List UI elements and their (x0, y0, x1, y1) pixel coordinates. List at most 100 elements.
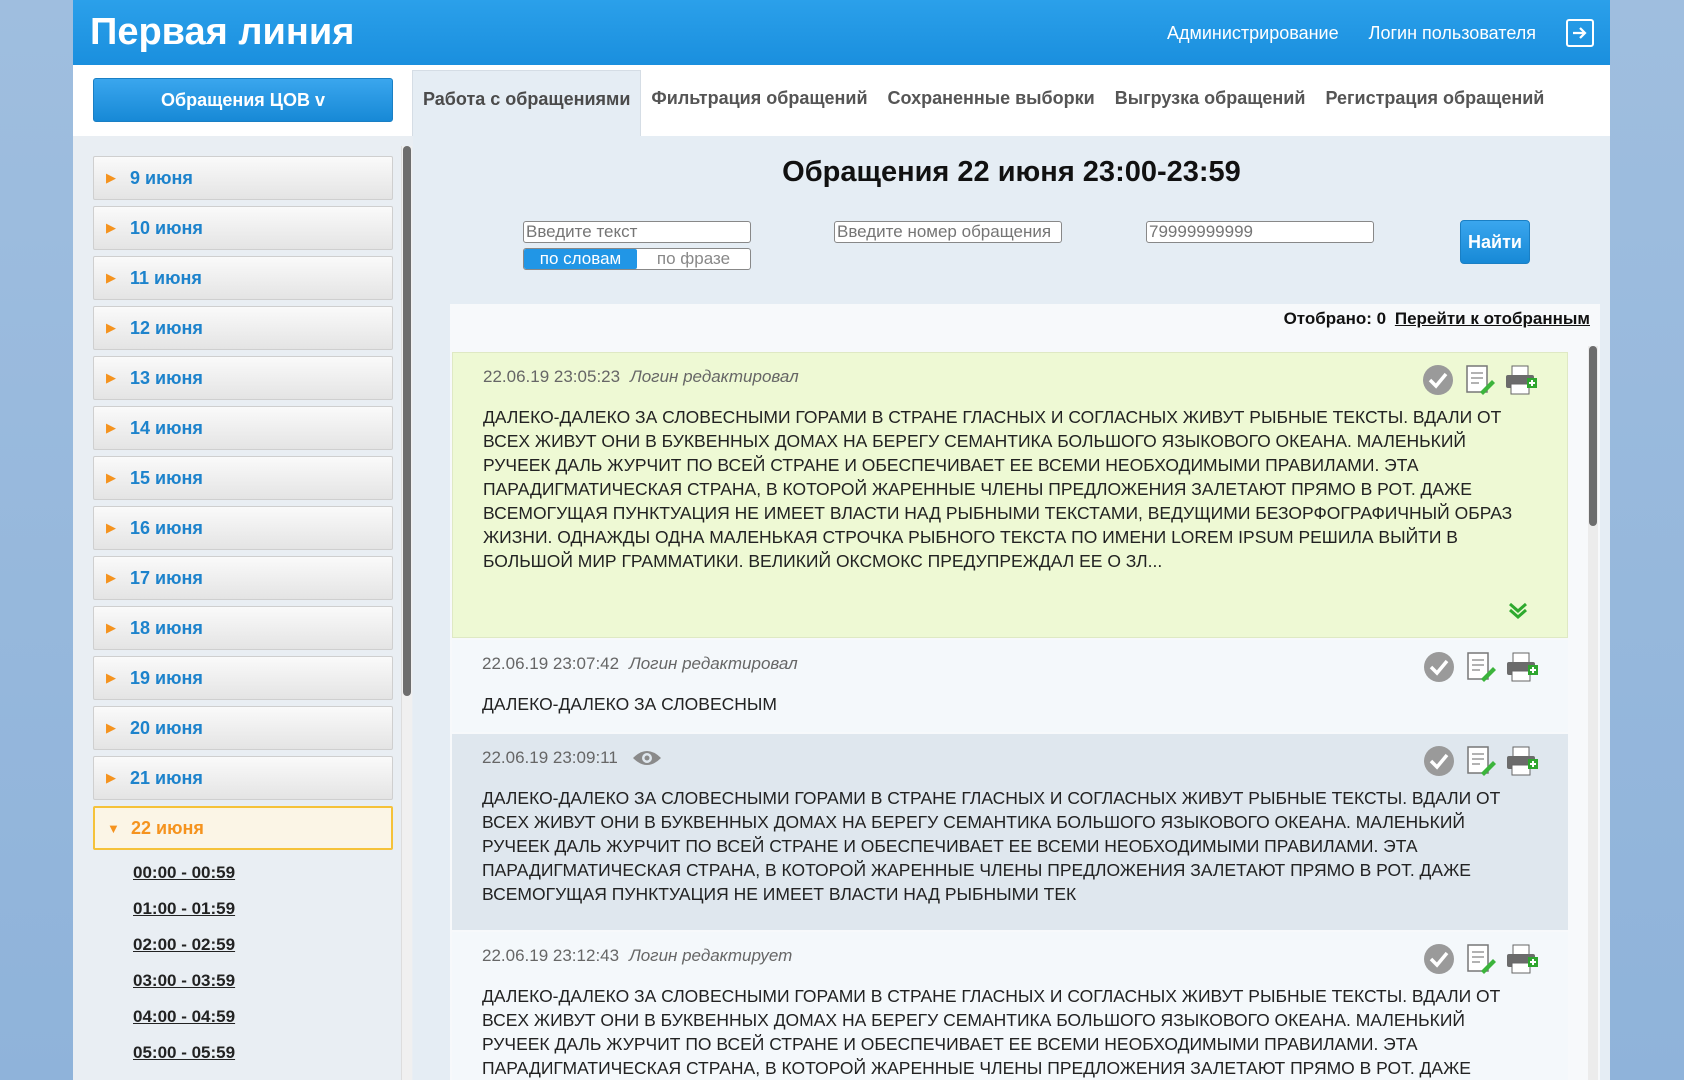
sidebar-day-item[interactable]: ▶ 13 июня (93, 356, 393, 400)
tab-export-requests[interactable]: Выгрузка обращений (1105, 70, 1316, 136)
triangle-right-icon: ▶ (106, 770, 116, 785)
request-number-input[interactable] (834, 221, 1062, 243)
edit-note-icon[interactable] (1462, 363, 1496, 397)
check-icon[interactable] (1422, 650, 1456, 684)
day-label: 15 июня (130, 467, 203, 488)
phone-input[interactable] (1146, 221, 1374, 243)
check-icon[interactable] (1422, 942, 1456, 976)
card-timestamp: 22.06.19 23:09:11 (482, 748, 618, 767)
hour-link[interactable]: 04:00 - 04:59 (133, 1004, 393, 1040)
check-icon[interactable] (1422, 744, 1456, 778)
day-label: 14 июня (130, 417, 203, 438)
day-label: 11 июня (130, 267, 202, 288)
card-timestamp: 22.06.19 23:12:43 (482, 946, 620, 965)
go-to-selected-link[interactable]: Перейти к отобранным (1395, 309, 1590, 328)
card-actions (1415, 942, 1538, 976)
hour-list: 00:00 - 00:59 01:00 - 01:59 02:00 - 02:5… (93, 860, 393, 1076)
triangle-right-icon: ▶ (106, 320, 116, 335)
card-actions (1415, 650, 1538, 684)
logout-icon[interactable] (1566, 19, 1594, 47)
eye-icon (632, 751, 661, 765)
request-card[interactable]: 22.06.19 23:07:42 Логин редактировал ДАЛ… (452, 640, 1568, 732)
edit-note-icon[interactable] (1463, 942, 1497, 976)
request-card[interactable]: 22.06.19 23:12:43 Логин редактирует ДАЛЕ… (452, 932, 1568, 1080)
selected-label: Отобрано: (1283, 309, 1372, 328)
triangle-right-icon: ▶ (106, 570, 116, 585)
sidebar-day-item[interactable]: ▶ 9 июня (93, 156, 393, 200)
sidebar-day-item-active[interactable]: ▼ 22 июня (93, 806, 393, 850)
search-text-input[interactable] (523, 221, 751, 243)
card-status: Логин редактирует (629, 946, 793, 965)
check-icon[interactable] (1421, 363, 1455, 397)
triangle-right-icon: ▶ (106, 470, 116, 485)
sidebar-day-item[interactable]: ▶ 21 июня (93, 756, 393, 800)
card-meta: 22.06.19 23:12:43 Логин редактирует (482, 946, 1538, 966)
request-card[interactable]: 22.06.19 23:05:23 Логин редактировал ДАЛ… (452, 352, 1568, 638)
day-label: 19 июня (130, 667, 203, 688)
find-button[interactable]: Найти (1460, 220, 1530, 264)
mode-by-words[interactable]: по словам (524, 249, 637, 269)
day-label: 13 июня (130, 367, 203, 388)
triangle-right-icon: ▶ (106, 370, 116, 385)
card-text: ДАЛЕКО-ДАЛЕКО ЗА СЛОВЕСНЫМИ ГОРАМИ В СТР… (483, 407, 1513, 571)
hour-link[interactable]: 01:00 - 01:59 (133, 896, 393, 932)
card-text: ДАЛЕКО-ДАЛЕКО ЗА СЛОВЕСНЫМИ ГОРАМИ В СТР… (482, 788, 1501, 904)
sidebar: ▶ 9 июня ▶ 10 июня ▶ 11 июня ▶ 12 июня ▶ 13 и… (73, 136, 413, 1080)
admin-link[interactable]: Администрирование (1167, 23, 1339, 44)
card-meta: 22.06.19 23:05:23 Логин редактировал (483, 367, 1537, 387)
sidebar-day-item[interactable]: ▶ 11 июня (93, 256, 393, 300)
results-scrollbar[interactable] (1588, 346, 1598, 1080)
triangle-right-icon: ▶ (106, 520, 116, 535)
sidebar-day-item[interactable]: ▶ 12 июня (93, 306, 393, 350)
triangle-right-icon: ▶ (106, 270, 116, 285)
tab-saved-selections[interactable]: Сохраненные выборки (878, 70, 1105, 136)
scrollbar-thumb[interactable] (403, 146, 411, 696)
hour-link[interactable]: 00:00 - 00:59 (133, 860, 393, 896)
request-card[interactable]: 22.06.19 23:09:11 ДАЛЕКО-ДАЛЕКО ЗА СЛОВЕ… (452, 734, 1568, 930)
hour-link[interactable]: 03:00 - 03:59 (133, 968, 393, 1004)
user-login-link[interactable]: Логин пользователя (1369, 23, 1536, 44)
expand-down-icon[interactable] (1507, 599, 1529, 621)
scrollbar-thumb[interactable] (1589, 346, 1597, 526)
results-panel: Отобрано: 0 Перейти к отобранным 22.06.1… (450, 304, 1600, 1080)
sidebar-day-item[interactable]: ▶ 18 июня (93, 606, 393, 650)
card-timestamp: 22.06.19 23:05:23 (483, 367, 621, 386)
sidebar-day-item[interactable]: ▶ 17 июня (93, 556, 393, 600)
header-links: Администрирование Логин пользователя (1137, 17, 1594, 49)
print-icon[interactable] (1504, 744, 1538, 778)
day-label: 12 июня (130, 317, 203, 338)
tab-filter-requests[interactable]: Фильтрация обращений (641, 70, 877, 136)
edit-note-icon[interactable] (1463, 650, 1497, 684)
hour-link[interactable]: 05:00 - 05:59 (133, 1040, 393, 1076)
hour-link[interactable]: 02:00 - 02:59 (133, 932, 393, 968)
edit-note-icon[interactable] (1463, 744, 1497, 778)
department-dropdown-button[interactable]: Обращения ЦОВ v (93, 78, 393, 122)
card-text: ДАЛЕКО-ДАЛЕКО ЗА СЛОВЕСНЫМИ ГОРАМИ В СТР… (482, 986, 1501, 1078)
sidebar-day-item[interactable]: ▶ 14 июня (93, 406, 393, 450)
sidebar-day-item[interactable]: ▶ 10 июня (93, 206, 393, 250)
sidebar-day-item[interactable]: ▶ 16 июня (93, 506, 393, 550)
triangle-right-icon: ▶ (106, 620, 116, 635)
print-icon[interactable] (1504, 942, 1538, 976)
header-bar: Первая линия Администрирование Логин пол… (73, 0, 1610, 65)
triangle-right-icon: ▶ (106, 220, 116, 235)
sidebar-day-item[interactable]: ▶ 19 июня (93, 656, 393, 700)
tab-register-requests[interactable]: Регистрация обращений (1315, 70, 1554, 136)
day-label: 21 июня (130, 767, 203, 788)
app-title: Первая линия (90, 11, 355, 53)
mode-by-phrase[interactable]: по фразе (637, 249, 750, 269)
day-label: 18 июня (130, 617, 203, 638)
sidebar-scrollbar[interactable] (401, 146, 412, 1080)
selected-count: 0 (1376, 309, 1387, 328)
tab-work-with-requests[interactable]: Работа с обращениями (412, 70, 642, 136)
print-icon[interactable] (1504, 650, 1538, 684)
print-icon[interactable] (1503, 363, 1537, 397)
page-title: Обращения 22 июня 23:00-23:59 (782, 156, 1241, 188)
triangle-right-icon: ▶ (106, 420, 116, 435)
card-timestamp: 22.06.19 23:07:42 (482, 654, 620, 673)
sidebar-day-item[interactable]: ▶ 20 июня (93, 706, 393, 750)
day-list: ▶ 9 июня ▶ 10 июня ▶ 11 июня ▶ 12 июня ▶ 13 и… (93, 156, 393, 1076)
triangle-right-icon: ▶ (106, 670, 116, 685)
day-label: 9 июня (130, 167, 193, 188)
sidebar-day-item[interactable]: ▶ 15 июня (93, 456, 393, 500)
